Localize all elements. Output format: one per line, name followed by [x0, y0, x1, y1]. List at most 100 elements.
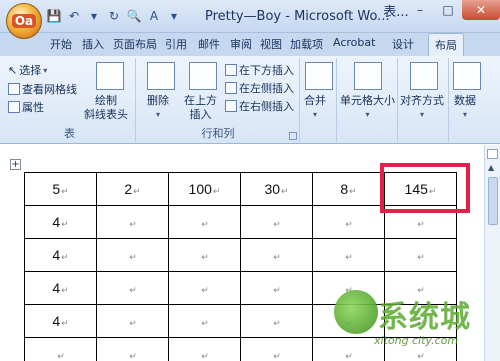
- cell-end-mark: ↵: [417, 219, 425, 229]
- view-gridlines-button[interactable]: 查看网格线: [8, 81, 77, 97]
- table-cell[interactable]: 4↵: [24, 205, 97, 239]
- table-cell[interactable]: ↵: [24, 337, 97, 361]
- rows-columns-group: 删除 ▾ 在上方 插入 在下方插入 在左侧插入 在右侧插入 行和列: [137, 58, 300, 142]
- cell-end-mark: ↵: [57, 351, 65, 361]
- alignment-button[interactable]: 对齐方式 ▾: [400, 94, 444, 122]
- table-cell[interactable]: ↵: [240, 205, 313, 239]
- select-button[interactable]: ↖ 选择 ▾: [8, 62, 47, 78]
- delete-table-icon[interactable]: [147, 62, 175, 90]
- table-cell[interactable]: ↵: [168, 304, 241, 338]
- insert-above-button[interactable]: 在上方 插入: [184, 94, 217, 122]
- save-icon[interactable]: 💾: [46, 8, 62, 24]
- cell-end-mark: ↵: [201, 351, 209, 361]
- cell-value: 5: [52, 181, 61, 197]
- table-cell[interactable]: ↵: [240, 337, 313, 361]
- insert-below-button[interactable]: 在下方插入: [225, 62, 294, 78]
- table-cell[interactable]: ↵: [312, 238, 385, 272]
- scroll-thumb[interactable]: [488, 177, 498, 225]
- table-cell[interactable]: 5↵: [24, 172, 97, 206]
- merge-icon[interactable]: [305, 62, 333, 90]
- qat-customize-icon[interactable]: ▾: [166, 8, 182, 24]
- office-logo: Oa: [11, 14, 37, 28]
- cell-size-icon[interactable]: [354, 62, 382, 90]
- properties-button[interactable]: 属性: [8, 99, 44, 115]
- table-cell[interactable]: ↵: [96, 337, 169, 361]
- table-cell[interactable]: ↵: [240, 238, 313, 272]
- table-cell[interactable]: ↵: [384, 238, 457, 272]
- table-cell[interactable]: ↵: [96, 238, 169, 272]
- tab-home[interactable]: 开始: [50, 36, 72, 52]
- redo-icon[interactable]: ↻: [106, 8, 122, 24]
- table-cell[interactable]: ↵: [96, 205, 169, 239]
- office-button[interactable]: Oa: [6, 3, 42, 39]
- table-cell[interactable]: ↵: [312, 205, 385, 239]
- tab-page-layout[interactable]: 页面布局: [113, 36, 157, 52]
- insert-right-icon: [225, 100, 237, 112]
- table-cell[interactable]: 4↵: [24, 271, 97, 305]
- tab-acrobat[interactable]: Acrobat: [333, 36, 375, 49]
- cell-value: 4: [52, 214, 61, 230]
- draw-diagonal-label[interactable]: 绘制 斜线表头: [84, 94, 128, 122]
- draw-diagonal-icon[interactable]: [96, 62, 124, 90]
- cell-size-button[interactable]: 单元格大小 ▾: [340, 94, 395, 122]
- tab-view[interactable]: 视图: [260, 36, 282, 52]
- table-cell[interactable]: ↵: [96, 304, 169, 338]
- ruler-toggle-icon[interactable]: [487, 149, 498, 159]
- insert-right-button[interactable]: 在右侧插入: [225, 98, 294, 114]
- cell-end-mark: ↵: [273, 351, 281, 361]
- table-cell[interactable]: ↵: [168, 271, 241, 305]
- cell-end-mark: ↵: [273, 252, 281, 262]
- table-cell[interactable]: 30↵: [240, 172, 313, 206]
- cell-end-mark: ↵: [273, 219, 281, 229]
- table-cell[interactable]: 2↵: [96, 172, 169, 206]
- insert-left-button[interactable]: 在左侧插入: [225, 80, 294, 96]
- insert-above-icon[interactable]: [189, 62, 217, 90]
- cell-end-mark: ↵: [273, 285, 281, 295]
- cell-end-mark: ↵: [61, 252, 69, 262]
- table-cell[interactable]: 4↵: [24, 238, 97, 272]
- alignment-label: 对齐方式: [400, 94, 444, 107]
- tab-references[interactable]: 引用: [165, 36, 187, 52]
- table-cell[interactable]: ↵: [96, 271, 169, 305]
- scroll-up-icon[interactable]: ▲: [488, 163, 494, 172]
- table-cell[interactable]: 100↵: [168, 172, 241, 206]
- delete-button[interactable]: 删除 ▾: [147, 94, 169, 122]
- table-cell[interactable]: 8↵: [312, 172, 385, 206]
- ribbon-tabs: 开始 插入 页面布局 引用 邮件 审阅 视图 加载项 Acrobat 设计 布局: [0, 33, 500, 57]
- data-button[interactable]: 数据 ▾: [454, 94, 476, 122]
- tab-insert[interactable]: 插入: [82, 36, 104, 52]
- table-move-handle-icon[interactable]: +: [10, 159, 21, 170]
- minimize-icon[interactable]: –: [406, 0, 434, 20]
- cell-value: 30: [264, 181, 281, 197]
- alignment-icon[interactable]: [410, 62, 438, 90]
- tab-review[interactable]: 审阅: [230, 36, 252, 52]
- merge-button[interactable]: 合并 ▾: [304, 94, 326, 122]
- properties-icon: [8, 101, 20, 113]
- insert-above-label-line2: 插入: [189, 108, 212, 121]
- table-cell[interactable]: ↵: [168, 238, 241, 272]
- table-cell[interactable]: ↵: [168, 337, 241, 361]
- dropdown-icon[interactable]: ▾: [86, 8, 102, 24]
- tab-design[interactable]: 设计: [392, 36, 414, 52]
- tab-layout[interactable]: 布局: [428, 33, 464, 57]
- table-cell[interactable]: ↵: [168, 205, 241, 239]
- cell-end-mark: ↵: [133, 186, 141, 196]
- font-color-icon[interactable]: A: [146, 8, 162, 24]
- print-preview-icon[interactable]: 🔍: [126, 8, 142, 24]
- cell-end-mark: ↵: [129, 351, 137, 361]
- close-icon[interactable]: ✕: [462, 0, 500, 20]
- undo-icon[interactable]: ↶: [66, 8, 82, 24]
- window-title: Pretty—Boy - Microsoft Wo...: [205, 9, 390, 24]
- delete-label: 删除: [147, 94, 169, 107]
- chevron-down-icon: ▾: [462, 110, 467, 119]
- table-cell[interactable]: 4↵: [24, 304, 97, 338]
- tab-add-ins[interactable]: 加载项: [290, 36, 323, 52]
- dialog-launcher-icon[interactable]: [289, 132, 297, 140]
- table-row: 4↵↵↵↵↵↵: [24, 238, 457, 272]
- watermark-text: 系统城: [378, 300, 471, 335]
- tab-mailings[interactable]: 邮件: [198, 36, 220, 52]
- table-cell[interactable]: ↵: [240, 304, 313, 338]
- data-icon[interactable]: [453, 62, 481, 90]
- table-cell[interactable]: ↵: [240, 271, 313, 305]
- maximize-icon[interactable]: □: [434, 0, 462, 20]
